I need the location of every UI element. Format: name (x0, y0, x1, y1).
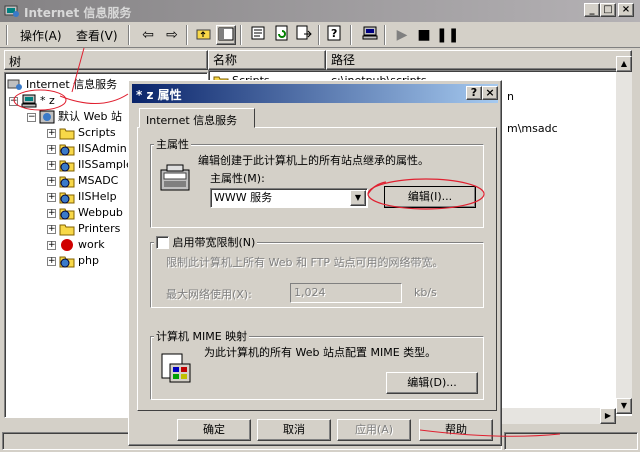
tab-label: Internet 信息服务 (146, 114, 238, 127)
red-annotation-strokes (13, 47, 561, 437)
tab-internet-information-services[interactable]: Internet 信息服务 (139, 108, 255, 128)
